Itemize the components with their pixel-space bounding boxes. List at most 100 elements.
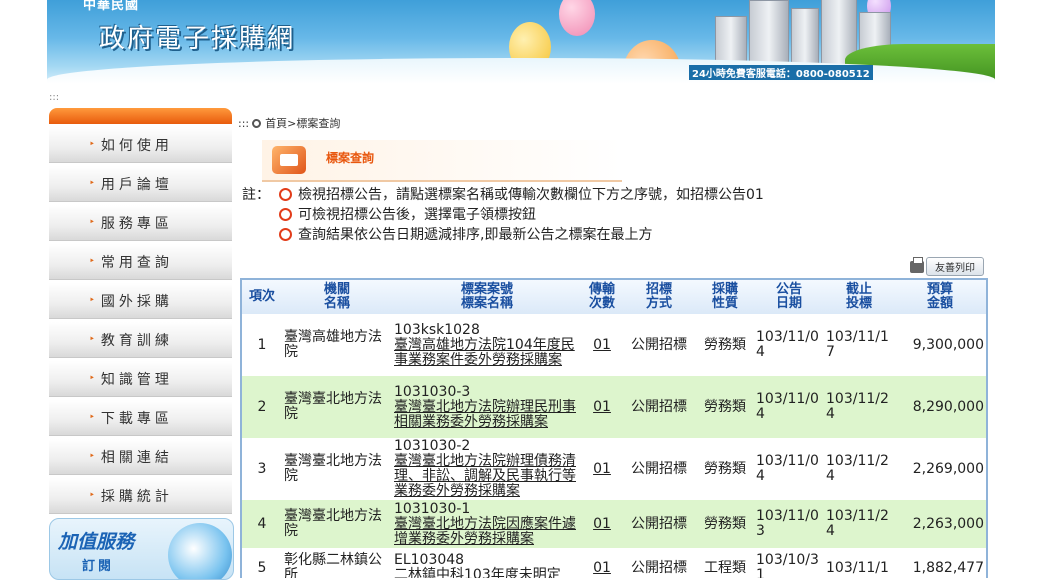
sidebar-item-download[interactable]: ‣ 下載專區 [49,400,232,436]
bullet-icon: ‣ [89,295,95,306]
header-transmit: 傳輸 次數 [582,280,622,314]
cell-nature: 勞務類 [696,376,754,438]
transmit-count-link[interactable]: 01 [593,516,611,532]
cell-deadline: 103/11/24 [824,438,894,500]
circle-bullet-icon [279,187,292,201]
sidebar-header-bar [49,108,232,124]
sidebar-item-training[interactable]: ‣ 教育訓練 [49,322,232,358]
print-friendly-button[interactable]: 友善列印 [910,256,984,276]
cell-index: 4 [242,500,282,548]
cell-announce-date: 103/11/04 [754,314,824,376]
bullet-icon: ‣ [89,334,95,345]
table-row: 4 臺灣臺北地方法院 1031030-1 臺灣臺北地方法院因應案件遽增業務委外勞務採購… [242,500,986,548]
case-name-link[interactable]: 二林鎮中科103年度未明定 [394,568,580,579]
sidebar-item-label: 採購統計 [100,488,173,505]
header-index: 項次 [242,280,282,314]
transmit-count-link[interactable]: 01 [593,337,611,353]
sidebar-item-label: 用戶論壇 [100,176,173,193]
cell-index: 3 [242,438,282,500]
value-added-title: 加值服務 [58,531,135,553]
hotline-text: 24小時免費客服電話：0800-080512 [689,65,873,80]
sidebar-item-service[interactable]: ‣ 服務專區 [49,205,232,241]
case-name-link[interactable]: 臺灣高雄地方法院104年度民事業務案件委外勞務採購案 [394,337,580,368]
sidebar-item-common-query[interactable]: ‣ 常用查詢 [49,244,232,280]
breadcrumb: ::: 首頁>標案查詢 [238,115,340,131]
notes-label: 註： [242,187,270,203]
cell-nature: 勞務類 [696,500,754,548]
case-number: 1031030-1 [394,500,471,517]
sidebar-item-label: 下載專區 [100,410,173,427]
case-name-link[interactable]: 臺灣臺北地方法院辦理債務清理、非訟、調解及民事執行等業務委外勞務採購案 [394,454,580,499]
sidebar-item-links[interactable]: ‣ 相關連結 [49,439,232,475]
cell-case: 1031030-2 臺灣臺北地方法院辦理債務清理、非訟、調解及民事執行等業務委外勞… [392,438,582,500]
table-row: 2 臺灣臺北地方法院 1031030-3 臺灣臺北地方法院辦理民刑事相關業務委外勞務採… [242,376,986,438]
notes-section: 註： 檢視招標公告，請點選標案名稱或傳輸次數欄位下方之序號，如招標公告01 可檢視… [242,184,764,244]
cell-announce-date: 103/11/04 [754,376,824,438]
cell-budget: 2,263,000 [894,500,986,548]
cell-budget: 2,269,000 [894,438,986,500]
cell-agency: 臺灣臺北地方法院 [282,438,392,500]
note-text: 檢視招標公告，請點選標案名稱或傳輸次數欄位下方之序號，如招標公告01 [298,187,764,203]
case-number: EL103048 [394,552,465,568]
header-nature: 採購 性質 [696,280,754,314]
bullet-icon: ‣ [89,139,95,150]
cell-case: 1031030-3 臺灣臺北地方法院辦理民刑事相關業務委外勞務採購案 [392,376,582,438]
cell-index: 2 [242,376,282,438]
globe-icon [168,523,232,579]
sidebar-item-how-to-use[interactable]: ‣ 如何使用 [49,127,232,163]
sidebar-item-foreign-procurement[interactable]: ‣ 國外採購 [49,283,232,319]
cell-agency: 臺灣臺北地方法院 [282,500,392,548]
cell-index: 1 [242,314,282,376]
cell-method: 公開招標 [622,314,696,376]
cell-agency: 臺灣臺北地方法院 [282,376,392,438]
header-deadline: 截止 投標 [824,280,894,314]
cell-agency: 彰化縣二林鎮公所 [282,548,392,578]
sidebar-menu: ‣ 如何使用 ‣ 用戶論壇 ‣ 服務專區 ‣ 常用查詢 ‣ 國外採購 ‣ 教育訓練 ‣ 知識管… [49,108,232,514]
sidebar-item-statistics[interactable]: ‣ 採購統計 [49,478,232,514]
cell-method: 公開招標 [622,548,696,578]
bullet-icon: ‣ [89,256,95,267]
cell-announce-date: 103/11/04 [754,438,824,500]
cell-budget: 9,300,000 [894,314,986,376]
printer-icon [910,256,924,273]
results-table-body: 1 臺灣高雄地方法院 103ksk1028 臺灣高雄地方法院104年度民事業務案件委外… [242,314,986,578]
sidebar-item-label: 相關連結 [100,449,173,466]
breadcrumb-prefix: ::: [238,116,250,130]
accesskey-dots[interactable]: ::: [49,92,59,103]
bullet-icon: ‣ [89,490,95,501]
case-name-link[interactable]: 臺灣臺北地方法院辦理民刑事相關業務委外勞務採購案 [394,399,580,430]
transmit-count-link[interactable]: 01 [593,560,611,576]
balloon-pink [559,0,595,36]
cell-nature: 勞務類 [696,314,754,376]
magnifier-icon [252,118,262,128]
cell-case: EL103048 二林鎮中科103年度未明定 [392,548,582,578]
value-added-service-banner[interactable]: 加值服務 訂閱 [49,518,234,580]
note-text: 查詢結果依公告日期遞減排序,即最新公告之標案在最上方 [298,227,653,243]
case-name-link[interactable]: 臺灣臺北地方法院因應案件遽增業務委外勞務採購案 [394,516,580,547]
sidebar-item-label: 服務專區 [100,215,173,232]
header-case: 標案案號 標案名稱 [392,280,582,314]
banner-subtitle: 中華民國 [83,0,140,13]
cell-nature: 工程類 [696,548,754,578]
cell-announce-date: 103/11/03 [754,500,824,548]
cell-case: 1031030-1 臺灣臺北地方法院因應案件遽增業務委外勞務採購案 [392,500,582,548]
document-icon [272,146,306,174]
transmit-count-link[interactable]: 01 [593,461,611,477]
table-row: 1 臺灣高雄地方法院 103ksk1028 臺灣高雄地方法院104年度民事業務案件委外… [242,314,986,376]
sidebar-item-label: 知識管理 [100,371,173,388]
results-table-container[interactable]: 項次 機關 名稱 標案案號 標案名稱 傳輸 次數 招標 方式 採購 性質 公告 … [240,278,988,578]
cell-budget: 1,882,477 [894,548,986,578]
sidebar-item-knowledge[interactable]: ‣ 知識管理 [49,361,232,397]
page-title: 標案查詢 [326,151,375,165]
cell-budget: 8,290,000 [894,376,986,438]
transmit-count-link[interactable]: 01 [593,399,611,415]
bullet-icon: ‣ [89,451,95,462]
site-logo-title[interactable]: 政府電子採購網 [99,18,295,55]
sidebar-item-forum[interactable]: ‣ 用戶論壇 [49,166,232,202]
page-title-bar: 標案查詢 [262,140,622,182]
breadcrumb-path[interactable]: 首頁>標案查詢 [265,115,340,131]
sidebar-item-label: 教育訓練 [100,332,173,349]
circle-bullet-icon [279,227,292,241]
circle-bullet-icon [279,207,292,221]
site-banner: 中華民國 政府電子採購網 24小時免費客服電話：0800-080512 [47,0,995,84]
